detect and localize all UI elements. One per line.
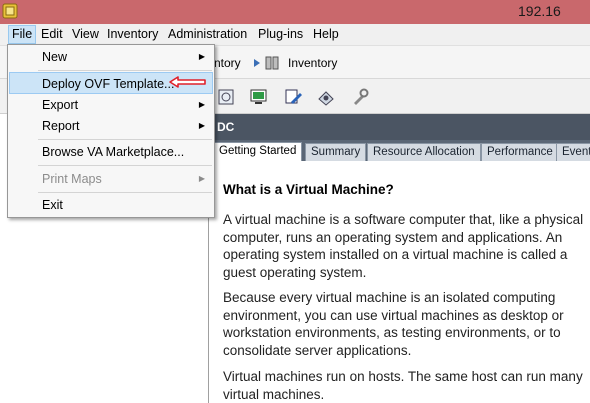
menu-view[interactable]: View: [69, 26, 102, 43]
menu-separator: [38, 192, 212, 193]
annotation-arrow-icon: [169, 76, 206, 88]
snapshot-icon[interactable]: [316, 87, 336, 107]
submenu-arrow-icon: ▶: [198, 52, 205, 61]
window-title: 192.16: [518, 3, 561, 19]
menu-item-exit[interactable]: Exit: [9, 194, 213, 216]
file-menu-dropdown: New ▶ Deploy OVF Template... Export ▶ Re…: [7, 44, 215, 218]
menu-separator: [38, 165, 212, 166]
vm-poweron-icon[interactable]: [249, 87, 269, 107]
submenu-arrow-icon: ▶: [198, 121, 205, 130]
console-icon[interactable]: [216, 87, 236, 107]
menu-separator: [38, 139, 212, 140]
menu-bar: File Edit View Inventory Administration …: [0, 24, 590, 46]
submenu-arrow-icon: ▶: [198, 174, 205, 183]
tab-events[interactable]: Event: [556, 143, 590, 161]
content-paragraph-3: Virtual machines run on hosts. The same …: [223, 369, 583, 402]
menu-administration[interactable]: Administration: [165, 26, 250, 43]
menu-inventory[interactable]: Inventory: [104, 26, 161, 43]
object-header: DC: [209, 114, 590, 140]
inventory-icon: [265, 56, 279, 70]
tab-getting-started[interactable]: Getting Started: [213, 142, 303, 161]
menu-plugins[interactable]: Plug-ins: [255, 26, 306, 43]
tab-performance[interactable]: Performance: [481, 143, 559, 161]
tab-resource-allocation[interactable]: Resource Allocation: [367, 143, 481, 161]
tab-summary[interactable]: Summary: [305, 143, 367, 161]
breadcrumb-home[interactable]: ntory: [214, 56, 241, 70]
object-title: DC: [217, 120, 235, 134]
content-paragraph-1: A virtual machine is a software computer…: [223, 212, 584, 280]
tools-icon[interactable]: [350, 87, 370, 107]
content-heading: What is a Virtual Machine?: [223, 182, 394, 197]
getting-started-content: What is a Virtual Machine? A virtual mac…: [209, 161, 590, 403]
edit-settings-icon[interactable]: [283, 87, 303, 107]
window-title-bar: 192.16: [0, 0, 590, 24]
menu-item-report[interactable]: Report ▶: [9, 115, 213, 137]
menu-item-browse-va-marketplace[interactable]: Browse VA Marketplace...: [9, 141, 213, 163]
menu-item-export[interactable]: Export ▶: [9, 94, 213, 116]
breadcrumb-inventory[interactable]: Inventory: [288, 56, 337, 70]
menu-help[interactable]: Help: [310, 26, 342, 43]
content-paragraph-2: Because every virtual machine is an isol…: [223, 290, 564, 358]
menu-item-print-maps: Print Maps ▶: [9, 168, 213, 190]
menu-item-new[interactable]: New ▶: [9, 46, 213, 68]
tab-bar: Getting Started Summary Resource Allocat…: [209, 140, 590, 161]
breadcrumb-arrow-icon: [254, 59, 260, 67]
submenu-arrow-icon: ▶: [198, 100, 205, 109]
menu-file[interactable]: File: [8, 25, 37, 44]
menu-edit[interactable]: Edit: [38, 26, 66, 43]
vsphere-app-icon: [2, 3, 18, 19]
menu-separator: [38, 70, 212, 71]
